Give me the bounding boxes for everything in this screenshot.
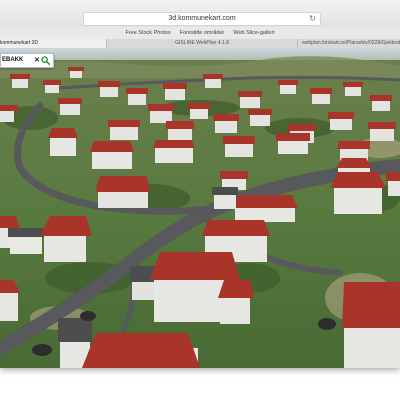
search-icon[interactable] xyxy=(41,56,51,71)
browser-window: 3d.kommunekart.com ↻ Free Stock Photos F… xyxy=(0,0,400,368)
map-3d-viewport[interactable]: EBAKK ✕ xyxy=(0,48,400,368)
tab-kommunekart-3d[interactable]: kommunekart 3D xyxy=(0,39,107,48)
tab-gisline-webplan[interactable]: GISLINE WebPlan 4.1.8 xyxy=(107,39,297,48)
bookmark-forestilte-omrader[interactable]: Forestilte områder xyxy=(180,27,225,39)
address-bar[interactable]: 3d.kommunekart.com ↻ xyxy=(83,12,321,26)
browser-toolbar: 3d.kommunekart.com ↻ xyxy=(0,0,400,28)
tab-webplan-planarkiv[interactable]: webplan.fotokart.no/Planarkiv/0228/Gjeld… xyxy=(297,39,400,48)
address-search[interactable]: EBAKK ✕ xyxy=(0,53,54,68)
clear-icon[interactable]: ✕ xyxy=(34,54,40,67)
bookmark-free-stock-photos[interactable]: Free Stock Photos xyxy=(125,27,170,39)
bookmark-web-slice-galleri[interactable]: Web Slice-galleri xyxy=(233,27,274,39)
reload-icon[interactable]: ↻ xyxy=(309,13,316,25)
address-text: 3d.kommunekart.com xyxy=(168,15,236,22)
search-input[interactable]: EBAKK xyxy=(2,54,23,67)
map-3d-scene[interactable] xyxy=(0,48,400,368)
